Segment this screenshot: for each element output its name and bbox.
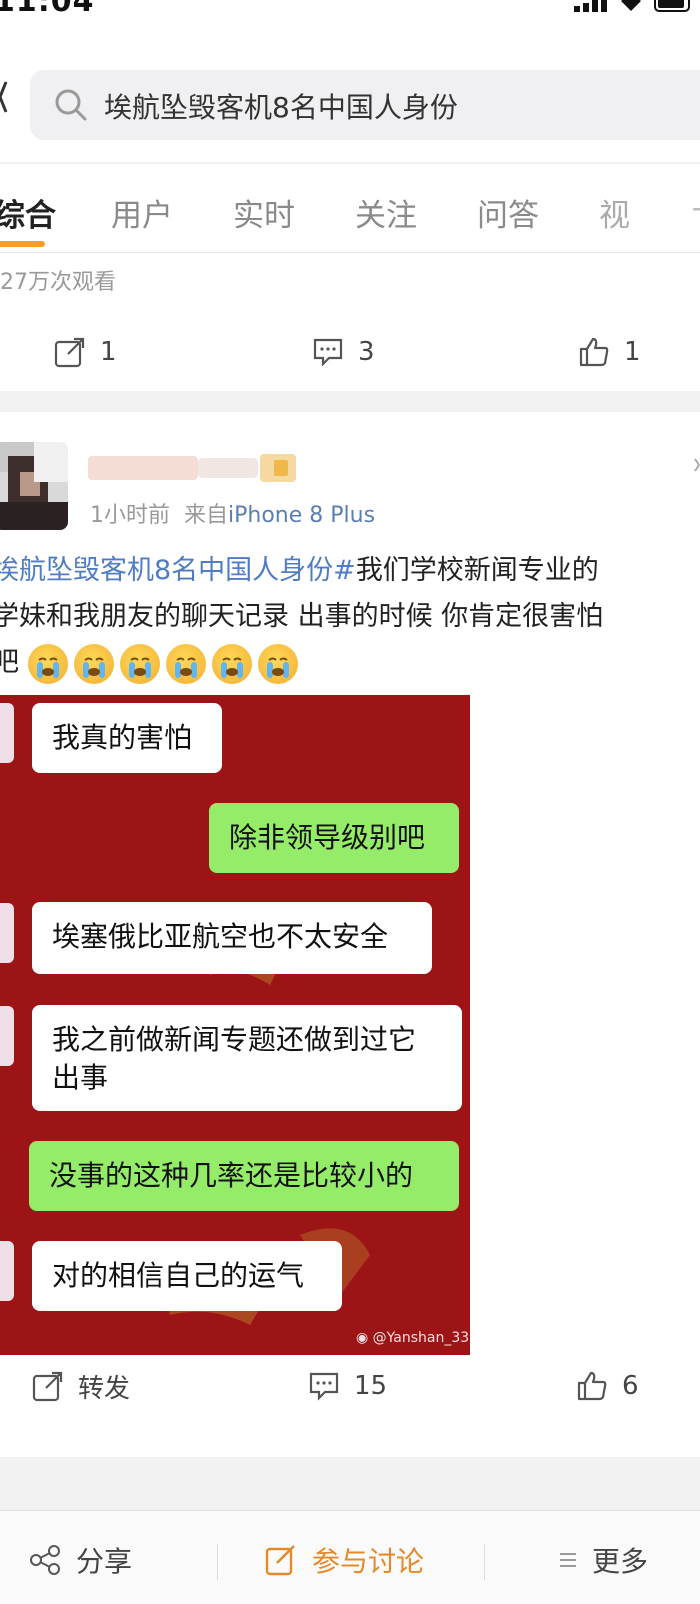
tab-active-indicator (0, 241, 45, 247)
status-icons (574, 0, 694, 12)
post-text-line1: 我们学校新闻专业的 (355, 555, 599, 586)
emoji-row (28, 644, 298, 684)
search-icon (54, 88, 88, 122)
thumbs-up-icon (579, 337, 609, 367)
prev-comment-button[interactable]: 3 (312, 332, 375, 372)
like-count: 6 (622, 1371, 639, 1401)
crying-face-icon (74, 644, 114, 684)
chat-avatar (0, 1241, 14, 1301)
tab-more-icon[interactable]: + (690, 192, 700, 227)
post-source-device[interactable]: iPhone 8 Plus (228, 503, 375, 528)
avatar[interactable] (0, 442, 68, 530)
thumbs-up-icon (577, 1371, 607, 1401)
wifi-icon (621, 0, 641, 11)
back-button[interactable] (0, 80, 8, 114)
tab-users[interactable]: 用户 (111, 190, 173, 235)
chat-bubble-left: 我之前做新闻专题还做到过它 出事 (32, 1005, 462, 1111)
view-count: 27万次观看 (0, 270, 116, 295)
weibo-logo-icon: ◉ (356, 1330, 369, 1346)
prev-repost-button[interactable]: 1 (54, 332, 117, 372)
signal-icon (574, 0, 607, 12)
share-icon (30, 1545, 60, 1575)
post-text-line2: 学妹和我朋友的聊天记录 出事的时候 你肯定很害怕 (0, 601, 604, 632)
battery-icon (654, 0, 690, 12)
prev-comment-count: 3 (358, 337, 375, 367)
share-button[interactable]: 分享 (28, 1540, 132, 1580)
share-label: 分享 (76, 1545, 133, 1578)
menu-icon (560, 1553, 576, 1567)
chat-avatar (0, 703, 14, 763)
post-meta: 1小时前 来自iPhone 8 Plus (90, 497, 375, 529)
discuss-label: 参与讨论 (312, 1545, 425, 1578)
more-button[interactable]: 更多 (560, 1540, 648, 1580)
like-button[interactable]: 6 (576, 1366, 639, 1406)
tab-realtime[interactable]: 实时 (233, 190, 295, 235)
image-watermark: ◉ @Yanshan_33 (356, 1330, 470, 1346)
hashtag-link[interactable]: 埃航坠毁客机8名中国人身份# (0, 555, 356, 586)
chat-screenshot-image[interactable]: 我真的害怕 除非领导级别吧 埃塞俄比亚航空也不太安全 我之前做新闻专题还做到过它… (0, 695, 470, 1355)
prev-like-count: 1 (624, 337, 641, 367)
chat-bubble-left: 埃塞俄比亚航空也不太安全 (32, 902, 432, 974)
crying-face-icon (258, 644, 298, 684)
search-query: 埃航坠毁客机8名中国人身份 (104, 91, 458, 124)
chat-bubble-right: 没事的这种几率还是比较小的 (29, 1141, 459, 1211)
repost-icon (32, 1371, 63, 1402)
tab-comprehensive[interactable]: 综合 (0, 190, 56, 235)
tab-bar (0, 164, 700, 252)
comment-button[interactable]: 15 (308, 1366, 387, 1406)
divider (217, 1544, 218, 1580)
more-label: 更多 (592, 1545, 649, 1578)
post-source-prefix: 来自 (184, 503, 229, 528)
tab-following[interactable]: 关注 (355, 190, 417, 235)
status-time: 11:04 (0, 0, 95, 19)
repost-button[interactable]: 转发 (32, 1366, 130, 1406)
crying-face-icon (28, 644, 68, 684)
comment-icon (313, 338, 343, 367)
post-time: 1小时前 (90, 503, 170, 528)
tab-qa[interactable]: 问答 (477, 190, 539, 235)
prev-like-button[interactable]: 1 (578, 332, 641, 372)
crying-face-icon (120, 644, 160, 684)
crying-face-icon (166, 644, 206, 684)
chat-avatar (0, 903, 14, 963)
edit-icon (265, 1545, 295, 1576)
divider (484, 1544, 485, 1580)
discuss-button[interactable]: 参与讨论 (264, 1540, 424, 1580)
tab-video[interactable]: 视 (599, 190, 633, 235)
username-blurred[interactable] (88, 452, 308, 484)
comment-icon (309, 1372, 339, 1401)
comment-count: 15 (354, 1371, 388, 1401)
chat-bubble-right: 除非领导级别吧 (209, 803, 459, 873)
chat-bubble-left: 我真的害怕 (32, 703, 222, 773)
post-menu-chevron-icon[interactable] (694, 454, 700, 472)
chat-bubble-left: 对的相信自己的运气 (32, 1241, 342, 1311)
crying-face-icon (212, 644, 252, 684)
chat-avatar (0, 1006, 14, 1066)
prev-repost-count: 1 (100, 337, 117, 367)
repost-label: 转发 (78, 1373, 131, 1404)
repost-icon (54, 337, 85, 368)
